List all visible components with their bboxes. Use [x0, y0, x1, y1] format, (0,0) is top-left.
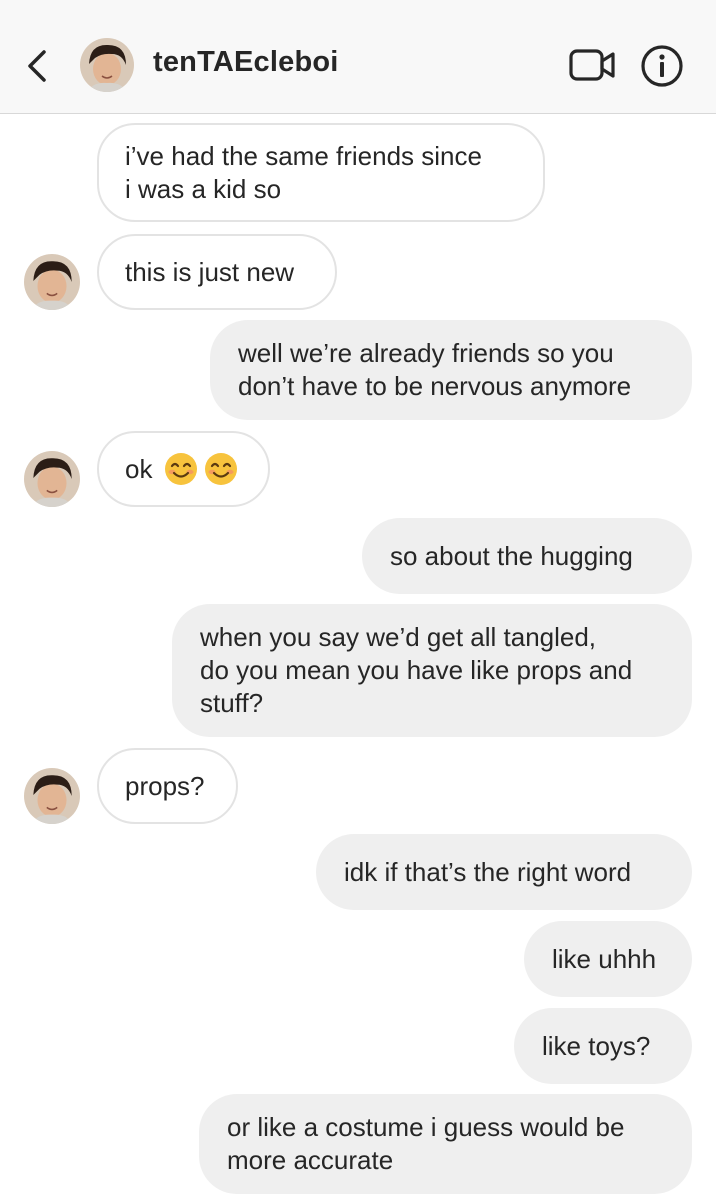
message-line: well we’re already friends so you — [238, 338, 614, 368]
message-bubble-sent[interactable]: when you say we’d get all tangled, do yo… — [172, 604, 692, 737]
message-line: props? — [125, 770, 205, 801]
message-bubble-sent[interactable]: or like a costume i guess would be more … — [199, 1094, 692, 1194]
message-bubble-received[interactable]: props? — [97, 748, 238, 824]
video-call-icon[interactable] — [568, 45, 618, 85]
message-line: so about the hugging — [390, 540, 633, 571]
message-line: stuff? — [200, 688, 264, 718]
sender-avatar[interactable] — [24, 451, 80, 507]
message-line: do you mean you have like props and — [200, 655, 633, 685]
sender-avatar[interactable] — [24, 254, 80, 310]
message-line: more accurate — [227, 1145, 394, 1175]
chat-header: tenTAEcleboi — [0, 0, 716, 114]
message-bubble-sent[interactable]: so about the hugging — [362, 518, 692, 594]
message-line: like toys? — [542, 1030, 651, 1061]
message-line: idk if that’s the right word — [344, 856, 632, 887]
message-line: like uhhh — [552, 943, 657, 974]
message-bubble-sent[interactable]: idk if that’s the right word — [316, 834, 692, 910]
message-bubble-sent[interactable]: like toys? — [514, 1008, 692, 1084]
sender-avatar[interactable] — [24, 768, 80, 824]
message-bubble-received[interactable]: i’ve had the same friends since i was a … — [97, 123, 545, 222]
message-line: i was a kid so — [125, 173, 282, 204]
smiling-face-emoji — [164, 452, 198, 486]
message-line: ok — [125, 453, 153, 484]
message-line: this is just new — [125, 256, 295, 287]
smiling-face-emoji — [204, 452, 238, 486]
info-icon[interactable] — [639, 43, 685, 89]
message-line: i’ve had the same friends since — [125, 140, 482, 171]
message-line: or like a costume i guess would be — [227, 1112, 625, 1142]
avatar[interactable] — [80, 38, 134, 92]
message-line: don’t have to be nervous anymore — [238, 371, 632, 401]
message-bubble-sent[interactable]: well we’re already friends so you don’t … — [210, 320, 692, 420]
message-bubble-received[interactable]: ok — [97, 431, 270, 507]
chat-username[interactable]: tenTAEcleboi — [153, 46, 339, 79]
message-line: when you say we’d get all tangled, — [200, 622, 597, 652]
message-bubble-received[interactable]: this is just new — [97, 234, 337, 310]
message-bubble-sent[interactable]: like uhhh — [524, 921, 692, 997]
back-chevron-icon[interactable] — [22, 46, 56, 86]
